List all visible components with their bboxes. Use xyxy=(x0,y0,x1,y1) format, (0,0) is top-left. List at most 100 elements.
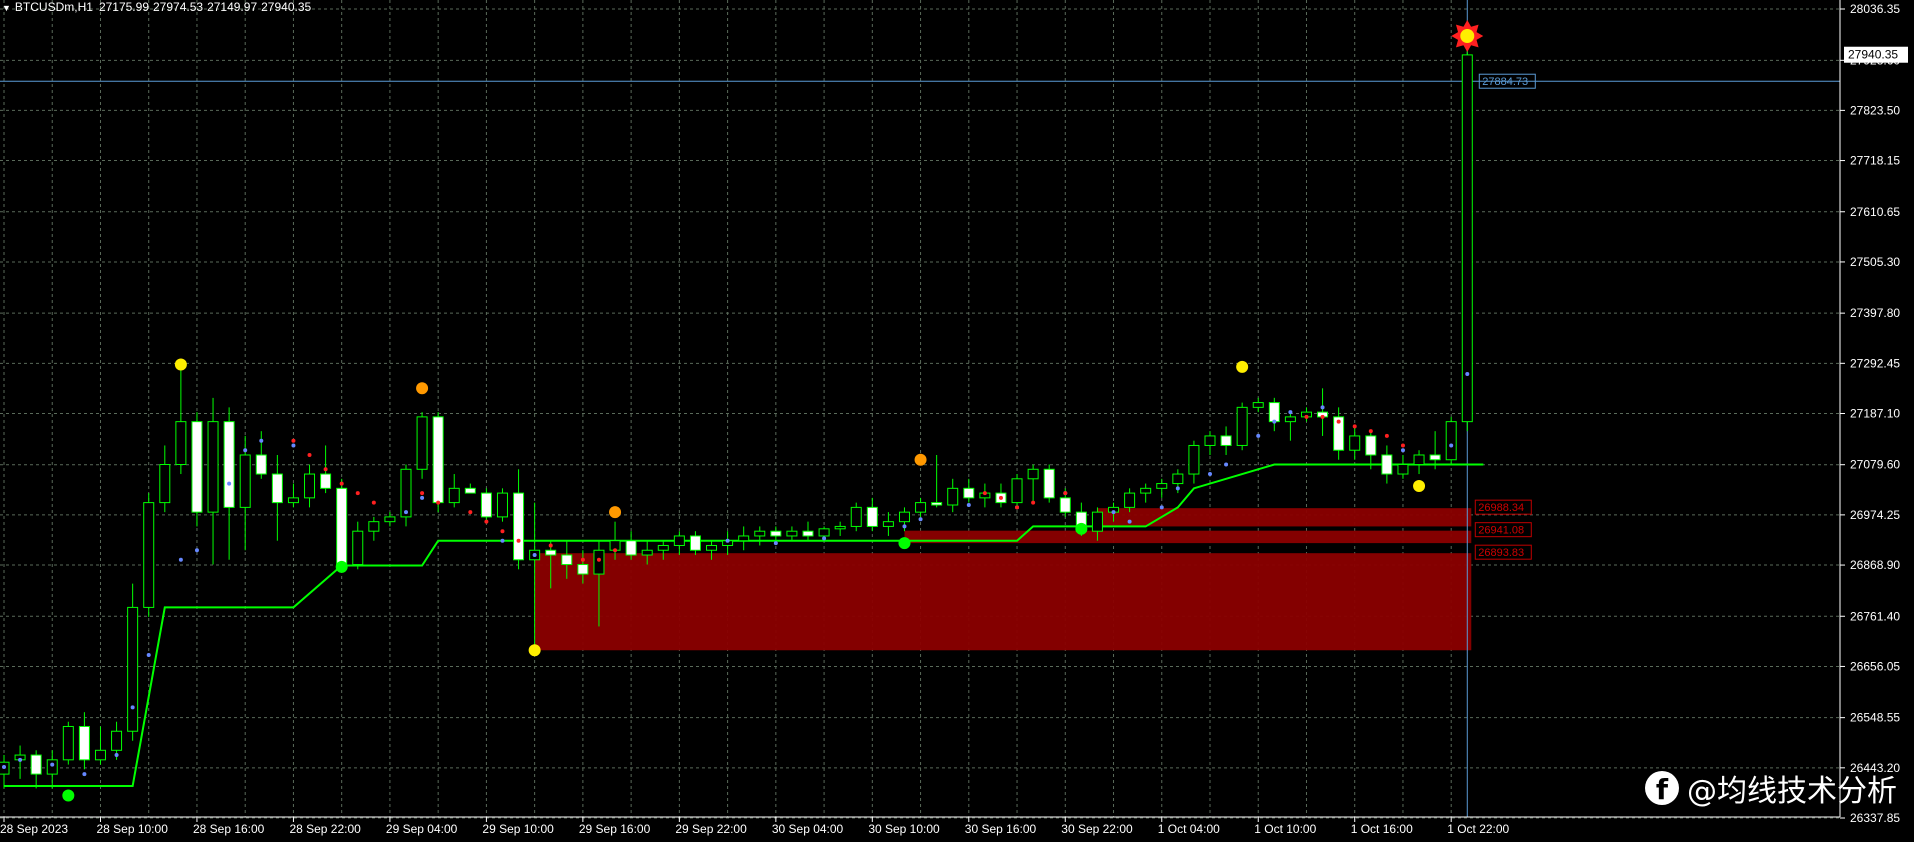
candle-bull xyxy=(1349,435,1361,451)
candle-bear xyxy=(464,487,476,494)
triangle-down-icon[interactable]: ▼ xyxy=(2,3,11,13)
support-zone xyxy=(534,553,1472,651)
candle-bear xyxy=(1365,435,1377,456)
y-tick-label: 27505.30 xyxy=(1850,255,1900,269)
y-tick-label: 27397.80 xyxy=(1850,306,1900,320)
red-dot xyxy=(500,529,505,534)
blue-dot xyxy=(822,536,827,541)
candle-bull xyxy=(673,535,685,546)
candle-bear xyxy=(625,540,637,556)
candle-bull xyxy=(882,521,894,527)
blue-dot xyxy=(18,757,23,762)
candle-bull xyxy=(1156,483,1168,489)
blue-dot xyxy=(1400,448,1405,453)
x-tick-label: 1 Oct 22:00 xyxy=(1447,822,1509,836)
candle-bull xyxy=(175,421,187,466)
candle-bear xyxy=(545,549,557,556)
red-dot xyxy=(1384,433,1389,438)
candle-bull xyxy=(496,492,508,518)
red-dot xyxy=(548,543,553,548)
blue-dot xyxy=(500,538,505,543)
facebook-icon: f xyxy=(1645,771,1679,806)
x-tick-label: 29 Sep 16:00 xyxy=(579,822,651,836)
swing-point xyxy=(335,560,348,573)
watermark-text: @均线技术分析 xyxy=(1687,774,1897,809)
blue-dot xyxy=(1159,505,1164,510)
candle-bull xyxy=(818,528,830,537)
y-tick-label: 26868.90 xyxy=(1850,558,1900,572)
price-chart[interactable]: 28036.3527928.6027823.5027718.1527610.65… xyxy=(0,0,1914,837)
blue-dot xyxy=(1127,519,1132,524)
watermark: f @均线技术分析 xyxy=(1645,766,1897,810)
candle-bull xyxy=(641,549,653,556)
blue-dot xyxy=(114,753,119,758)
blue-dot xyxy=(2,764,6,769)
candle-bull xyxy=(384,516,396,523)
candle-bull xyxy=(593,549,605,575)
red-dot xyxy=(1304,414,1309,419)
red-dot xyxy=(484,519,489,524)
chart-area[interactable]: 28036.3527928.6027823.5027718.1527610.65… xyxy=(0,0,1914,837)
blue-dot xyxy=(178,557,183,562)
red-dot xyxy=(355,491,360,496)
swing-point xyxy=(609,506,622,519)
blue-dot xyxy=(902,524,907,529)
blue-dot xyxy=(194,548,199,553)
candle-bull xyxy=(1252,402,1264,408)
y-tick-label: 26548.55 xyxy=(1850,711,1900,725)
current-price-label: 27940.35 xyxy=(1848,48,1898,62)
candle-bear xyxy=(1220,435,1232,446)
sun-core xyxy=(1460,29,1475,43)
red-dot xyxy=(516,538,521,543)
swing-point xyxy=(914,453,927,466)
swing-point xyxy=(898,537,911,550)
x-tick-label: 29 Sep 04:00 xyxy=(386,822,458,836)
blue-dot xyxy=(130,705,135,710)
x-tick-label: 29 Sep 22:00 xyxy=(675,822,747,836)
swing-point xyxy=(174,358,187,371)
red-dot xyxy=(371,500,376,505)
red-dot xyxy=(1400,443,1405,448)
symbol-label: BTCUSDm,H1 xyxy=(14,0,93,14)
candle-bull xyxy=(1397,464,1409,475)
blue-dot xyxy=(966,502,971,507)
support-zone xyxy=(1097,508,1472,527)
candle-bull xyxy=(111,730,123,751)
blue-dot xyxy=(420,495,425,500)
x-tick-label: 28 Sep 10:00 xyxy=(96,822,168,836)
candle-bull xyxy=(1124,492,1136,508)
candle-bear xyxy=(931,502,943,506)
candle-bull xyxy=(368,521,380,532)
x-tick-label: 1 Oct 16:00 xyxy=(1351,822,1413,836)
blue-dot xyxy=(1208,472,1212,477)
candle-bear xyxy=(320,473,332,489)
candle-bear xyxy=(480,492,492,518)
x-tick-label: 1 Oct 04:00 xyxy=(1158,822,1220,836)
blue-dot xyxy=(1175,486,1180,491)
red-dot xyxy=(982,491,987,496)
red-dot xyxy=(420,491,425,496)
candle-bull xyxy=(898,511,910,523)
x-tick-label: 28 Sep 16:00 xyxy=(193,822,265,836)
red-dot xyxy=(1336,419,1341,424)
blue-dot xyxy=(243,448,248,453)
y-tick-label: 28036.35 xyxy=(1850,2,1900,16)
candle-bear xyxy=(1381,454,1393,475)
red-dot xyxy=(1063,491,1068,496)
candle-bear xyxy=(1059,497,1071,513)
y-tick-label: 27823.50 xyxy=(1850,103,1900,117)
zone-label: 26941.08 xyxy=(1478,525,1524,537)
swing-point xyxy=(528,644,541,657)
swing-point xyxy=(62,789,75,802)
blue-dot xyxy=(1449,443,1454,448)
ohlc-readout: 27175.99 27974.53 27149.97 27940.35 xyxy=(99,0,315,14)
red-dot xyxy=(1320,414,1325,419)
red-dot xyxy=(1015,505,1020,510)
blue-dot xyxy=(532,553,537,558)
blue-dot xyxy=(1288,410,1293,415)
blue-dot xyxy=(50,762,55,767)
x-tick-label: 1 Oct 10:00 xyxy=(1254,822,1316,836)
candle-bear xyxy=(271,473,283,504)
y-tick-label: 27079.60 xyxy=(1850,458,1900,472)
candle-bull xyxy=(127,606,139,732)
